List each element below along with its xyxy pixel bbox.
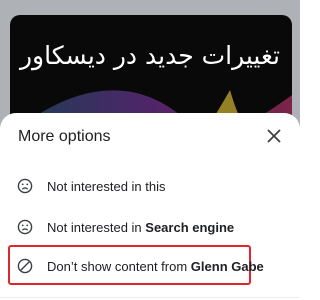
option-block-source[interactable]: Don’t show content from Glenn Gabe: [0, 251, 300, 281]
sad-face-icon: [17, 178, 33, 194]
close-button[interactable]: [266, 128, 282, 144]
more-options-sheet: More options Not interested in this Not …: [0, 113, 300, 300]
app-frame: تغییرات جدید در دیسکاور More options Not…: [0, 0, 300, 300]
option-label: Don’t show content from Glenn Gabe: [47, 258, 264, 274]
block-icon: [17, 258, 33, 274]
sad-face-icon: [17, 219, 33, 235]
option-not-interested-source[interactable]: Not interested in Search engine: [0, 212, 300, 242]
option-not-interested[interactable]: Not interested in this: [0, 171, 300, 201]
close-icon: [267, 129, 281, 143]
video-title: تغییرات جدید در دیسکاور: [19, 41, 280, 70]
option-label: Not interested in Search engine: [47, 219, 235, 235]
divider: [0, 297, 300, 298]
sheet-title: More options: [18, 128, 111, 145]
option-label: Not interested in this: [47, 178, 166, 194]
